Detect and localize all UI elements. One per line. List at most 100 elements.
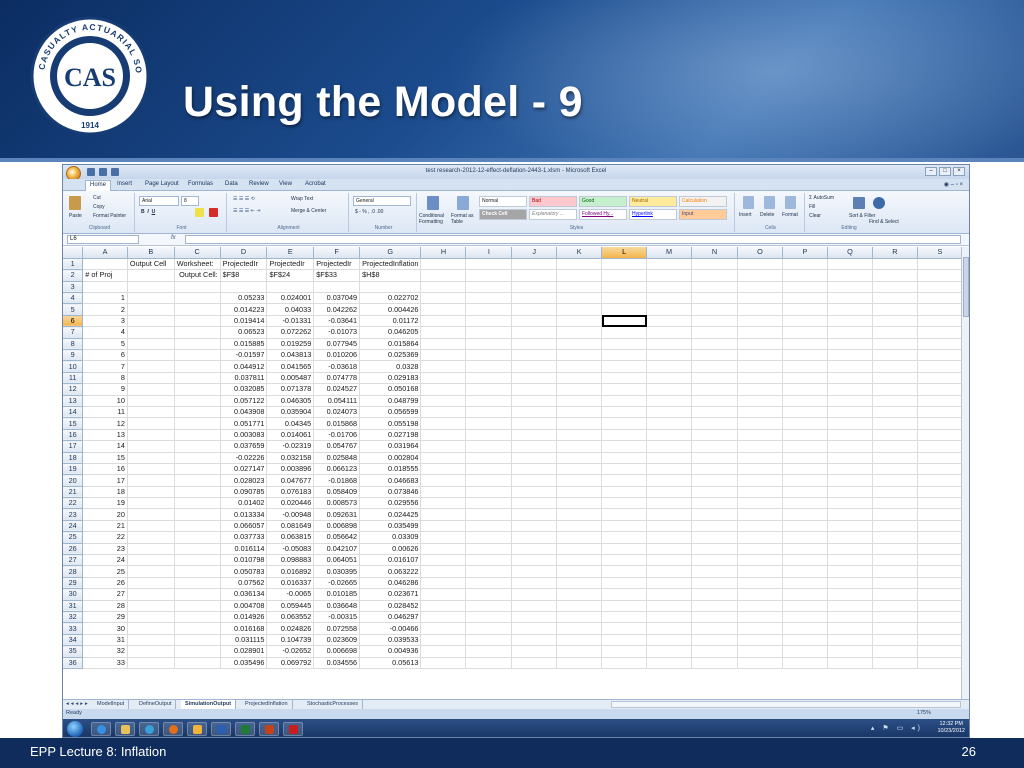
cell-S21[interactable] [917,486,963,499]
cell-S30[interactable] [917,588,963,601]
cell-A3[interactable] [82,281,128,294]
row-header[interactable]: 5 [63,303,84,316]
merge-center-button[interactable]: Merge & Center [291,208,326,214]
cell-A25[interactable]: 22 [82,531,128,544]
cell-P32[interactable] [782,611,828,624]
cell-C32[interactable] [174,611,221,624]
cell-F4[interactable]: 0.037049 [313,292,361,305]
cell-H24[interactable] [420,520,467,533]
spreadsheet-grid[interactable]: ABCDEFGHIJKLMNOPQRS 1 Output Cell Workshee… [63,247,963,699]
cell-H33[interactable] [420,622,467,635]
cell-L29[interactable] [601,577,648,590]
cell-N1[interactable] [691,258,739,271]
cell-C13[interactable] [174,395,221,407]
cell-R17[interactable] [872,440,918,453]
cell-R33[interactable] [872,622,918,635]
cell-F7[interactable]: -0.01073 [313,326,361,339]
cell-M20[interactable] [646,474,693,487]
cell-F6[interactable]: -0.03641 [313,315,361,328]
cell-M35[interactable] [646,645,693,658]
column-header[interactable]: N [691,247,739,259]
cell-L21[interactable] [601,486,648,499]
cell-N9[interactable] [691,349,739,362]
cell-P10[interactable] [782,360,828,373]
cell-E28[interactable]: 0.016892 [266,565,315,578]
cell-L5[interactable] [601,303,648,316]
column-header[interactable]: J [511,247,558,259]
cell-P18[interactable] [782,452,828,464]
cell-L18[interactable] [601,452,648,464]
cell-J29[interactable] [511,577,558,590]
cell-B8[interactable] [127,338,175,351]
excel-icon[interactable] [235,722,255,736]
column-header[interactable]: M [646,247,693,259]
cell-O9[interactable] [737,349,783,362]
start-button-icon[interactable] [67,721,83,737]
cell-S5[interactable] [917,303,963,316]
cell-C1[interactable]: Worksheet: [174,258,221,271]
cell-O20[interactable] [737,474,783,487]
row-header[interactable]: 11 [63,372,84,385]
format-cells-icon[interactable] [785,196,796,209]
cell-M18[interactable] [646,452,693,464]
cell-Q17[interactable] [827,440,873,453]
cell-H19[interactable] [420,463,467,476]
cell-O16[interactable] [737,429,783,442]
cell-Q27[interactable] [827,554,873,567]
cell-Q6[interactable] [827,315,873,328]
cell-Q19[interactable] [827,463,873,476]
cell-L24[interactable] [601,520,648,533]
cell-G6[interactable]: 0.01172 [359,315,422,328]
cell-F26[interactable]: 0.042107 [313,543,361,556]
cell-J27[interactable] [511,554,558,567]
cell-J10[interactable] [511,360,558,373]
cell-S14[interactable] [917,406,963,419]
cell-Q8[interactable] [827,338,873,351]
cell-L2[interactable] [601,269,648,282]
cell-M6[interactable] [646,315,693,328]
cell-D5[interactable]: 0.014223 [220,303,268,316]
cell-L23[interactable] [601,508,648,521]
sheet-tab-model-input[interactable]: ModelInput [93,700,130,709]
cell-A10[interactable]: 7 [82,360,128,373]
style-followed-hyperlink[interactable]: Followed Hy... [579,209,627,220]
outlook-icon[interactable] [187,722,207,736]
cell-B24[interactable] [127,520,175,533]
cell-J18[interactable] [511,452,558,464]
cell-J8[interactable] [511,338,558,351]
cell-H16[interactable] [420,429,467,442]
cell-G32[interactable]: 0.046297 [359,611,422,624]
cell-F19[interactable]: 0.066123 [313,463,361,476]
cell-S31[interactable] [917,600,963,613]
cell-B29[interactable] [127,577,175,590]
cell-Q13[interactable] [827,395,873,407]
cell-Q26[interactable] [827,543,873,556]
cell-I18[interactable] [465,452,513,464]
cell-R34[interactable] [872,634,918,647]
cell-M29[interactable] [646,577,693,590]
row-header[interactable]: 25 [63,531,84,544]
cell-J36[interactable] [511,657,558,669]
cell-A16[interactable]: 13 [82,429,128,442]
cell-N30[interactable] [691,588,739,601]
cell-D12[interactable]: 0.032085 [220,383,268,396]
cell-J31[interactable] [511,600,558,613]
cell-O11[interactable] [737,372,783,385]
cell-Q11[interactable] [827,372,873,385]
cell-O30[interactable] [737,588,783,601]
cell-S11[interactable] [917,372,963,385]
name-box[interactable]: L6 [67,235,139,244]
cell-S2[interactable] [917,269,963,282]
cell-P28[interactable] [782,565,828,578]
cell-Q20[interactable] [827,474,873,487]
row-header[interactable]: 19 [63,463,84,476]
cell-P26[interactable] [782,543,828,556]
cell-S22[interactable] [917,497,963,510]
cell-D21[interactable]: 0.090785 [220,486,268,499]
cell-A2[interactable]: # of Proj [82,269,128,282]
cell-M28[interactable] [646,565,693,578]
cell-O12[interactable] [737,383,783,396]
cell-E15[interactable]: 0.04345 [266,417,315,430]
cell-M24[interactable] [646,520,693,533]
cell-B19[interactable] [127,463,175,476]
